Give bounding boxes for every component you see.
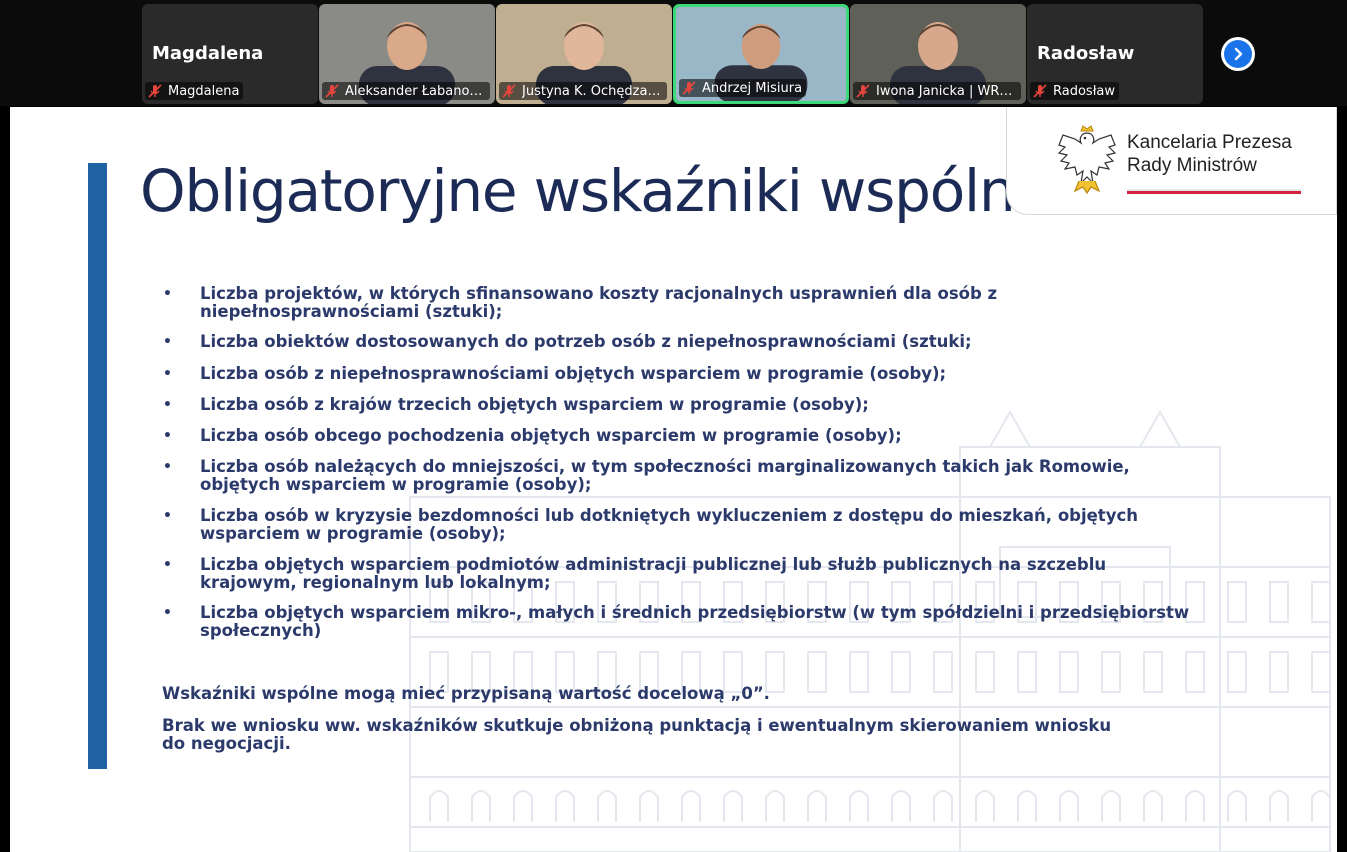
indicator-text: Liczba osób w kryzysie bezdomności lub d…	[200, 506, 1138, 543]
participant-name: Radosław	[1053, 83, 1115, 99]
indicator-text: Liczba objętych wsparciem mikro-, małych…	[200, 603, 1190, 640]
flag-stripe	[1127, 189, 1301, 194]
microphone-muted-icon	[325, 84, 339, 98]
participant-tile[interactable]: Aleksander Łabanowsk...	[319, 4, 495, 104]
microphone-muted-icon	[502, 84, 516, 98]
indicator-text: Liczba obiektów dostosowanych do potrzeb…	[200, 332, 972, 351]
slide-title: Obligatoryjne wskaźniki wspólne	[140, 157, 1050, 225]
indicator-item: • Liczba osób z krajów trzecich objętych …	[160, 396, 1190, 414]
participant-strip: Magdalena Magdalena Aleksander Łabanowsk..…	[0, 0, 1347, 106]
bullet-dot: •	[163, 508, 172, 524]
bullet-dot: •	[163, 286, 172, 302]
participant-tile[interactable]: Radosław Radosław	[1027, 4, 1203, 104]
bullet-dot: •	[163, 557, 172, 573]
note-target-value: Wskaźniki wspólne mogą mieć przypisaną w…	[162, 684, 770, 703]
participant-name-bar: Aleksander Łabanowsk...	[322, 82, 490, 100]
participant-tile[interactable]: Magdalena Magdalena	[142, 4, 318, 104]
note-missing-indicators: Brak we wniosku ww. wskaźników skutkuje …	[162, 716, 1112, 753]
indicator-item: • Liczba osób w kryzysie bezdomności lub …	[160, 507, 1190, 543]
indicator-item: • Liczba obiektów dostosowanych do potrze…	[160, 333, 1190, 351]
indicator-item: • Liczba osób z niepełnosprawnościami obj…	[160, 365, 1190, 383]
indicator-item: • Liczba osób obcego pochodzenia objętych…	[160, 427, 1190, 445]
indicator-text: Liczba osób z krajów trzecich objętych w…	[200, 395, 869, 414]
indicator-item: • Liczba projektów, w których sfinansowan…	[160, 285, 1190, 321]
participant-big-name: Magdalena	[152, 43, 264, 64]
bullet-dot: •	[163, 366, 172, 382]
shared-screen-slide: Obligatoryjne wskaźniki wspólne Kancelar…	[10, 107, 1337, 852]
participant-tile[interactable]: Iwona Janicka | WRZOS	[850, 4, 1026, 104]
participant-name-bar: Magdalena	[145, 82, 244, 100]
bullet-dot: •	[163, 397, 172, 413]
indicator-text: Liczba projektów, w których sfinansowano…	[200, 284, 998, 321]
indicator-text: Liczba osób obcego pochodzenia objętych …	[200, 426, 902, 445]
kprm-logo: Kancelaria Prezesa Rady Ministrów	[1006, 107, 1337, 215]
indicator-item: • Liczba objętych wsparciem podmiotów adm…	[160, 556, 1190, 592]
participant-name-bar: Radosław	[1030, 82, 1119, 100]
participant-tile[interactable]: Andrzej Misiura	[673, 4, 849, 104]
bullet-dot: •	[163, 428, 172, 444]
next-participants-button[interactable]	[1221, 37, 1255, 71]
participant-name: Justyna K. Ochędzan W...	[522, 83, 663, 99]
indicator-item: • Liczba objętych wsparciem mikro-, małyc…	[160, 604, 1190, 640]
indicator-item: • Liczba osób należących do mniejszości, …	[160, 458, 1190, 494]
indicator-text: Liczba osób należących do mniejszości, w…	[200, 457, 1130, 494]
participant-name: Andrzej Misiura	[702, 80, 803, 96]
slide-accent-bar	[88, 163, 107, 769]
participant-name: Iwona Janicka | WRZOS	[876, 83, 1017, 99]
microphone-muted-icon	[856, 84, 870, 98]
participant-name: Aleksander Łabanowsk...	[345, 83, 486, 99]
microphone-muted-icon	[682, 81, 696, 95]
participant-name-bar: Iwona Janicka | WRZOS	[853, 82, 1021, 100]
indicator-text: Liczba objętych wsparciem podmiotów admi…	[200, 555, 1107, 592]
bullet-dot: •	[163, 459, 172, 475]
participant-tile[interactable]: Justyna K. Ochędzan W...	[496, 4, 672, 104]
polish-eagle-emblem-icon	[1057, 125, 1117, 195]
participant-big-name: Radosław	[1037, 43, 1135, 64]
participant-name-bar: Justyna K. Ochędzan W...	[499, 82, 667, 100]
logo-line-1: Kancelaria Prezesa	[1127, 132, 1292, 153]
bullet-dot: •	[163, 605, 172, 621]
bullet-dot: •	[163, 334, 172, 350]
participant-name-bar: Andrzej Misiura	[679, 79, 807, 97]
chevron-right-icon	[1224, 40, 1252, 68]
microphone-muted-icon	[1033, 84, 1047, 98]
logo-line-2: Rady Ministrów	[1127, 155, 1257, 176]
microphone-muted-icon	[148, 84, 162, 98]
participant-name: Magdalena	[168, 83, 240, 99]
indicator-text: Liczba osób z niepełnosprawnościami obję…	[200, 364, 947, 383]
